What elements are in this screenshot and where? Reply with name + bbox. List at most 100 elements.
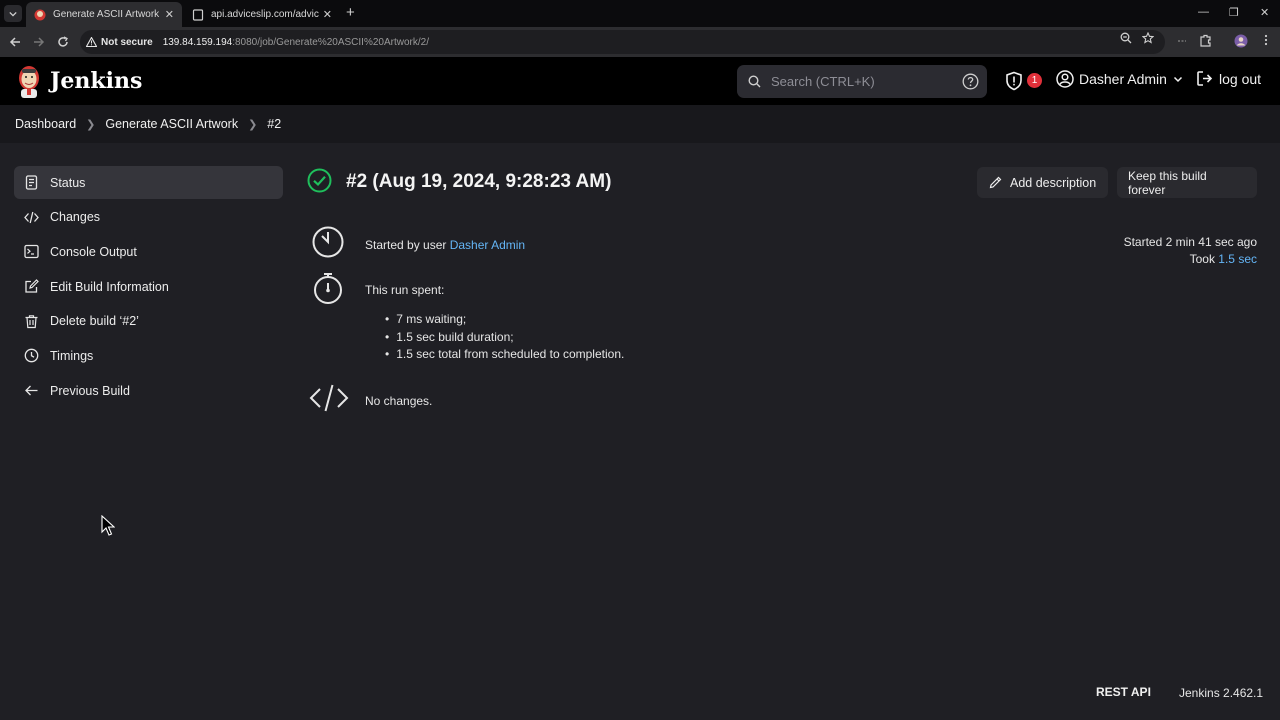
logout-link[interactable]: log out	[1196, 70, 1261, 87]
list-item: 1.5 sec build duration;	[385, 329, 624, 347]
tab-title: Generate ASCII Artwork #2 [Jen	[53, 9, 161, 20]
forward-icon[interactable]	[31, 34, 47, 50]
list-item: 1.5 sec total from scheduled to completi…	[385, 346, 624, 364]
shield-icon[interactable]	[1004, 71, 1024, 91]
security-indicator[interactable]: Not secure	[86, 37, 153, 48]
help-icon[interactable]	[962, 73, 979, 90]
window-close-icon[interactable]: ✕	[1260, 6, 1269, 19]
page-title: #2 (Aug 19, 2024, 9:28:23 AM)	[346, 171, 612, 192]
add-description-button[interactable]: Add description	[977, 167, 1109, 198]
page-favicon-icon	[192, 8, 204, 21]
search-input[interactable]	[771, 65, 951, 98]
jenkins-brand[interactable]: Jenkins	[50, 68, 142, 94]
started-by-prefix: Started by user	[365, 238, 447, 252]
took-duration: Took 1.5 sec	[1124, 251, 1257, 268]
sidebar-item-label: Status	[50, 175, 86, 190]
sidebar-item-delete-build[interactable]: Delete build ‘#2’	[14, 305, 283, 338]
user-menu[interactable]: Dasher Admin	[1056, 70, 1183, 88]
took-prefix: Took	[1189, 252, 1215, 266]
sidebar-item-changes[interactable]: Changes	[14, 201, 283, 234]
jenkins-version-link[interactable]: Jenkins 2.462.1	[1179, 686, 1263, 700]
security-badge[interactable]: 1	[1027, 73, 1042, 88]
browser-tab-bar: Generate ASCII Artwork #2 [Jen ✕ api.adv…	[0, 0, 1280, 27]
sidebar: Status Changes Console Output Edit Build…	[14, 166, 283, 409]
address-bar[interactable]: Not secure 139.84.159.194:8080/job/Gener…	[80, 30, 1165, 54]
sidebar-item-status[interactable]: Status	[14, 166, 283, 199]
close-icon[interactable]: ✕	[165, 8, 174, 21]
browser-menu-icon[interactable]	[1260, 34, 1274, 48]
chevron-down-icon	[1173, 76, 1182, 83]
breadcrumb-build[interactable]: #2	[267, 117, 281, 131]
edit-icon	[25, 279, 39, 293]
extension-dots-icon[interactable]	[1176, 34, 1190, 48]
sidebar-item-label: Timings	[50, 348, 94, 363]
run-spent-label: This run spent:	[365, 283, 445, 297]
started-ago: Started 2 min 41 sec ago	[1123, 235, 1257, 249]
rest-api-link[interactable]: REST API	[1096, 685, 1151, 699]
url-path: :8080/job/Generate%20ASCII%20Artwork/2/	[232, 36, 429, 48]
user-name: Dasher Admin	[1079, 71, 1167, 87]
search-box	[737, 65, 987, 98]
sidebar-item-timings[interactable]: Timings	[14, 339, 283, 372]
sidebar-item-console-output[interactable]: Console Output	[14, 235, 283, 268]
profile-avatar-icon[interactable]	[1234, 34, 1248, 48]
tab-title: api.adviceslip.com/advice	[211, 9, 319, 20]
success-check-icon	[307, 168, 332, 193]
browser-tab-jenkins[interactable]: Generate ASCII Artwork #2 [Jen ✕	[26, 2, 182, 27]
user-icon	[1056, 70, 1074, 88]
chevron-down-icon	[9, 11, 17, 17]
timer-icon	[312, 226, 344, 258]
code-icon	[24, 211, 39, 223]
keep-build-forever-label: Keep this build forever	[1128, 168, 1207, 197]
close-icon[interactable]: ✕	[323, 8, 332, 21]
pencil-icon	[989, 176, 1002, 189]
terminal-icon	[24, 245, 39, 259]
jenkins-header: Jenkins 1 Dasher Admin log out	[0, 57, 1280, 105]
took-duration-link[interactable]: 1.5 sec	[1218, 252, 1257, 266]
breadcrumb-dashboard[interactable]: Dashboard	[15, 117, 76, 131]
keep-build-forever-button[interactable]: Keep this build forever	[1117, 167, 1257, 198]
trash-icon	[25, 314, 38, 328]
no-changes-text: No changes.	[365, 394, 433, 408]
bookmark-star-icon[interactable]	[1142, 32, 1156, 46]
started-by-user-link[interactable]: Dasher Admin	[450, 238, 525, 252]
sidebar-item-previous-build[interactable]: Previous Build	[14, 374, 283, 407]
reload-icon[interactable]	[55, 34, 71, 50]
browser-tab-advice[interactable]: api.adviceslip.com/advice ✕	[184, 2, 340, 27]
zoom-icon[interactable]	[1120, 32, 1134, 46]
sidebar-item-edit-build-information[interactable]: Edit Build Information	[14, 270, 283, 303]
sidebar-item-label: Changes	[50, 210, 101, 225]
restore-icon[interactable]: ❐	[1229, 6, 1239, 19]
sidebar-item-label: Console Output	[50, 244, 137, 259]
arrow-left-icon	[25, 385, 38, 396]
add-description-label: Add description	[1010, 175, 1097, 190]
status-icon	[25, 175, 38, 190]
logout-icon	[1197, 71, 1213, 86]
chevron-right-icon: ❯	[248, 118, 258, 131]
code-icon	[309, 384, 349, 412]
jenkins-favicon-icon	[34, 9, 46, 20]
mouse-cursor-icon	[101, 515, 115, 536]
breadcrumb-job[interactable]: Generate ASCII Artwork	[105, 117, 238, 131]
minimize-icon[interactable]: —	[1198, 6, 1209, 18]
warning-icon	[86, 37, 97, 47]
search-icon	[748, 75, 761, 88]
new-tab-button[interactable]: +	[346, 4, 355, 21]
jenkins-logo-icon[interactable]	[16, 64, 42, 98]
tab-search-button[interactable]	[4, 5, 22, 22]
run-spent-list: 7 ms waiting; 1.5 sec build duration; 1.…	[385, 311, 624, 364]
chevron-right-icon: ❯	[86, 118, 96, 131]
sidebar-item-label: Delete build ‘#2’	[50, 314, 139, 329]
url-host: 139.84.159.194	[162, 36, 233, 48]
logout-label: log out	[1219, 70, 1262, 87]
breadcrumb: Dashboard ❯ Generate ASCII Artwork ❯ #2	[0, 105, 1280, 143]
browser-toolbar: Not secure 139.84.159.194:8080/job/Gener…	[0, 27, 1280, 57]
started-by: Started by user Dasher Admin	[365, 238, 525, 252]
stopwatch-icon	[314, 273, 342, 304]
not-secure-label: Not secure	[101, 36, 153, 48]
build-time-info: Started 2 min 41 sec ago Took 1.5 sec	[1124, 234, 1257, 268]
list-item: 7 ms waiting;	[385, 311, 624, 329]
clock-icon	[24, 349, 39, 363]
extensions-puzzle-icon[interactable]	[1199, 34, 1213, 48]
back-icon[interactable]	[7, 34, 23, 50]
